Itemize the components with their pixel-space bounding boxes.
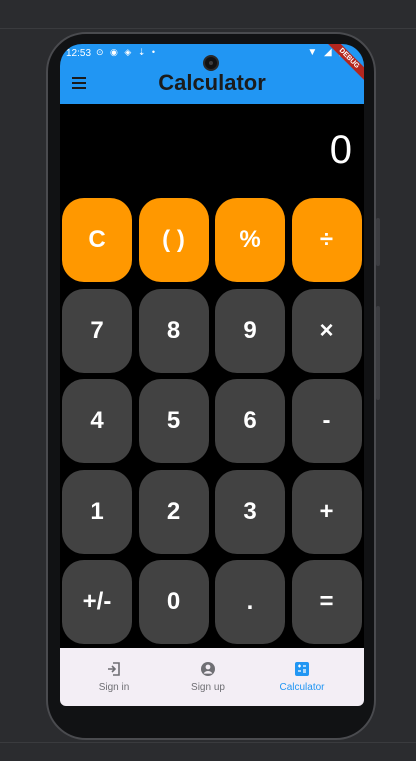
status-time: 12:53 — [66, 48, 92, 59]
nav-sign-in-label: Sign in — [98, 682, 130, 693]
key-5-button[interactable]: 5 — [138, 379, 209, 463]
key-2-button[interactable]: 2 — [138, 469, 209, 554]
key-7-button[interactable]: 7 — [62, 288, 132, 373]
key-lparenrparen-button[interactable]: ( ) — [138, 198, 209, 282]
key-plusslashminus-button[interactable]: +/- — [62, 560, 132, 644]
key-dot-button[interactable]: . — [215, 560, 285, 644]
notification-icons: ⊙ ◉ ◈ ⇣ • — [96, 47, 158, 57]
account-circle-icon — [201, 662, 215, 676]
front-camera — [203, 55, 219, 71]
phone-screen: 12:53 ⊙ ◉ ◈ ⇣ • ▼ ◢ ▮ DEBUG Calculator 0… — [60, 44, 364, 706]
window-top-strip — [0, 0, 416, 29]
calculator-display: 0 — [329, 128, 352, 172]
key-equals-button[interactable]: = — [291, 560, 362, 644]
key-multiply-button[interactable]: × — [291, 288, 362, 373]
nav-sign-up-label: Sign up — [191, 682, 225, 693]
key-8-button[interactable]: 8 — [138, 288, 209, 373]
key-9-button[interactable]: 9 — [215, 288, 285, 373]
key-6-button[interactable]: 6 — [215, 379, 285, 463]
volume-button — [376, 306, 380, 400]
power-button — [376, 218, 380, 266]
key-3-button[interactable]: 3 — [215, 469, 285, 554]
key-C-button[interactable]: C — [62, 198, 132, 282]
key-plus-button[interactable]: + — [291, 469, 362, 554]
key-percent-button[interactable]: % — [215, 198, 285, 282]
bottom-navigation: Sign in Sign up Calculator — [60, 648, 364, 706]
key-1-button[interactable]: 1 — [62, 469, 132, 554]
nav-calculator[interactable]: Calculator — [252, 648, 352, 706]
login-icon — [108, 662, 120, 676]
key-0-button[interactable]: 0 — [138, 560, 209, 644]
calculate-icon — [295, 662, 309, 676]
key-divide-button[interactable]: ÷ — [291, 198, 362, 282]
nav-sign-in[interactable]: Sign in — [64, 648, 164, 706]
window-bottom-strip — [0, 742, 416, 761]
nav-calculator-label: Calculator — [279, 682, 325, 693]
app-bar: 12:53 ⊙ ◉ ◈ ⇣ • ▼ ◢ ▮ DEBUG Calculator — [60, 44, 364, 104]
key-4-button[interactable]: 4 — [62, 379, 132, 463]
nav-sign-up[interactable]: Sign up — [158, 648, 258, 706]
page-title: Calculator — [158, 70, 266, 95]
key-minus-button[interactable]: - — [291, 379, 362, 463]
